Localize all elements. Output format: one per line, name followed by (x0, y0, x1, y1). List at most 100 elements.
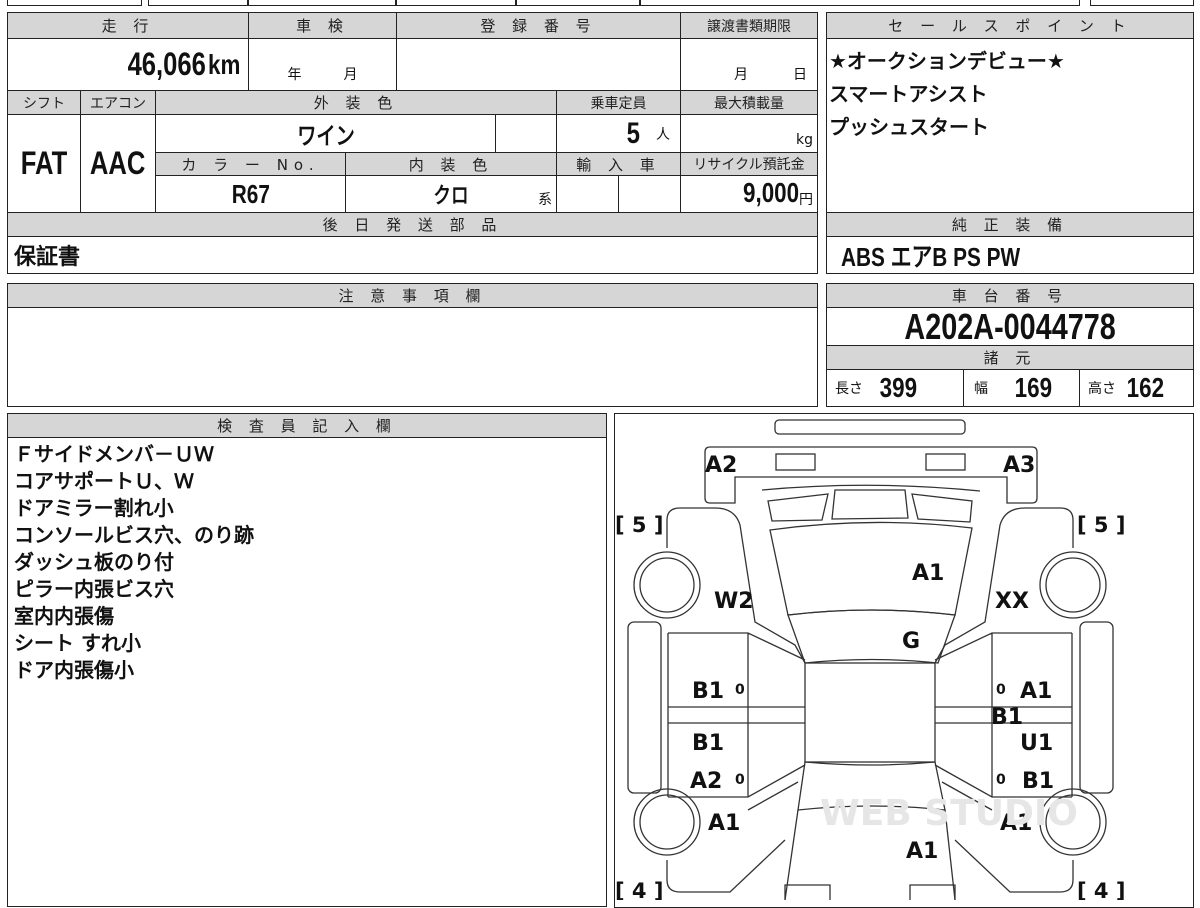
registration-header: 登 録 番 号 (396, 12, 681, 39)
tire-rear-left: [ 5 ] (615, 513, 663, 537)
max-load-cell: kg (680, 114, 818, 153)
equipment-cell: ABS エアB PS PW (826, 236, 1194, 274)
length-cell: 長さ 399 (826, 369, 964, 407)
front-left-wheel (633, 788, 701, 856)
shift-value: FAT (20, 145, 68, 181)
tire-front-left: [ 4 ] (615, 879, 663, 900)
mileage-cell: 46,066 km (7, 38, 249, 91)
ac-header: エアコン (80, 90, 156, 115)
capacity-value: 5 (626, 116, 641, 150)
tire-rear-right: [ 5 ] (1077, 513, 1125, 537)
registration-cell (396, 38, 681, 91)
color-no-cell: R67 (155, 175, 346, 213)
inspection-cell: 年 月 (248, 38, 397, 91)
capacity-cell: 5 人 (556, 114, 681, 153)
car-damage-diagram: A2 A3 A1 W2 XX G B1 A1 B1 B1 U1 A2 B1 A1… (615, 419, 1125, 900)
mileage-unit: km (207, 48, 240, 80)
mark-left-front-fender: A1 (708, 811, 740, 836)
rear-left-wheel-inner (639, 557, 695, 613)
color-no-header: カ ラ ー No. (155, 152, 346, 176)
width-label: 幅 (974, 381, 988, 397)
interior-color-header: 内 装 色 (345, 152, 557, 176)
equipment-value: ABS エアB PS PW (841, 241, 1021, 272)
top-strip-cell (7, 0, 142, 6)
inspector-header: 検 査 員 記 入 欄 (7, 413, 607, 438)
front-bumper (784, 884, 956, 900)
sales-points-header: セ ー ル ス ポ イ ン ト (826, 12, 1194, 39)
capacity-header: 乗車定員 (556, 90, 681, 115)
year-unit: 年 (287, 67, 302, 83)
inspector-notes: Ｆサイドメンバ－ＵＷ コアサポートＵ、Ｗ ドアミラー割れ小 コンソールビス穴、の… (14, 441, 254, 684)
day-unit: 日 (793, 67, 807, 83)
transfer-deadline-header: 譲渡書類期限 (680, 12, 818, 39)
inspector-note: Ｆサイドメンバ－ＵＷ (14, 442, 214, 466)
length-label: 長さ (835, 381, 863, 397)
transfer-deadline-cell: 月 日 (680, 38, 818, 91)
mark-left-rear-door: B1 (692, 679, 724, 704)
mark-rear-glass: A1 (912, 561, 944, 586)
rear-bumper-bar (774, 419, 966, 435)
notes-body (7, 307, 818, 407)
front-left-wheel-inner (639, 794, 695, 850)
ac-value: AAC (90, 145, 146, 181)
interior-suffix: 系 (538, 192, 552, 208)
rear-right-wheel (1039, 551, 1107, 619)
max-load-unit: kg (796, 132, 813, 148)
mark-zero: 0 (996, 682, 1006, 698)
recycle-cell: 9,000 円 (680, 175, 818, 213)
sales-point-line: プッシュスタート (829, 115, 989, 139)
trunk-lid (704, 446, 1038, 504)
rear-quarter-glass (767, 489, 973, 523)
notes-header: 注 意 事 項 欄 (7, 283, 818, 308)
right-rear-quarter (934, 507, 1074, 664)
chassis-number: A202A-0044778 (904, 307, 1116, 346)
inspector-note: ダッシュ板のり付 (14, 550, 174, 574)
left-rear-quarter (666, 507, 806, 664)
length-value: 399 (879, 372, 918, 403)
height-cell: 高さ 162 (1079, 369, 1194, 407)
left-front-fender (666, 781, 799, 893)
recycle-header: リサイクル預託金 (680, 152, 818, 176)
inspector-note: ドア内張傷小 (14, 658, 134, 682)
import-cell-1 (556, 175, 619, 213)
mark-right-rear-door: A1 (1020, 679, 1052, 704)
inspection-header: 車 検 (248, 12, 397, 39)
capacity-unit: 人 (656, 126, 670, 143)
top-strip-cell (148, 0, 248, 6)
shift-cell: FAT (7, 114, 81, 213)
interior-color-value: クロ (433, 183, 469, 208)
recycle-fee-value: 9,000 (742, 177, 799, 208)
width-value: 169 (1014, 372, 1053, 403)
spec-header: 諸 元 (826, 345, 1194, 370)
top-strip-cell (396, 0, 516, 6)
tire-front-right: [ 4 ] (1077, 879, 1125, 900)
mark-roof: G (902, 629, 920, 654)
inspector-note: ピラー内張ビス穴 (14, 577, 174, 601)
later-parts-header: 後 日 発 送 部 品 (7, 212, 818, 237)
mark-hood: A1 (906, 839, 938, 864)
sales-point-line: スマートアシスト (829, 82, 988, 106)
roof (787, 609, 956, 664)
tail-lamp-right (925, 453, 966, 471)
mileage-header: 走 行 (7, 12, 249, 39)
exterior-color-value: ワイン (296, 123, 355, 150)
interior-color-cell: クロ 系 (345, 175, 557, 213)
recycle-unit: 円 (799, 192, 813, 208)
top-strip-cell (248, 0, 396, 6)
month-unit: 月 (734, 67, 748, 83)
tail-lamp-left (775, 453, 816, 471)
mark-left-rear-quarter: W2 (714, 589, 754, 614)
watermark: WEB STUDIO (820, 793, 1078, 834)
exterior-color-cell: ワイン (155, 114, 496, 153)
shift-header: シフト (7, 90, 81, 115)
exterior-color-header: 外 装 色 (155, 90, 557, 115)
cabin (804, 662, 936, 763)
rear-right-wheel-inner (1045, 557, 1101, 613)
mark-right-sill: B1 (991, 705, 1023, 730)
mark-right-front-door-lower: B1 (1022, 769, 1054, 794)
top-strip-cell (516, 0, 640, 6)
inspector-note: コアサポートＵ、Ｗ (14, 469, 194, 493)
import-cell-2 (618, 175, 681, 213)
max-load-header: 最大積載量 (680, 90, 818, 115)
height-value: 162 (1126, 372, 1165, 403)
